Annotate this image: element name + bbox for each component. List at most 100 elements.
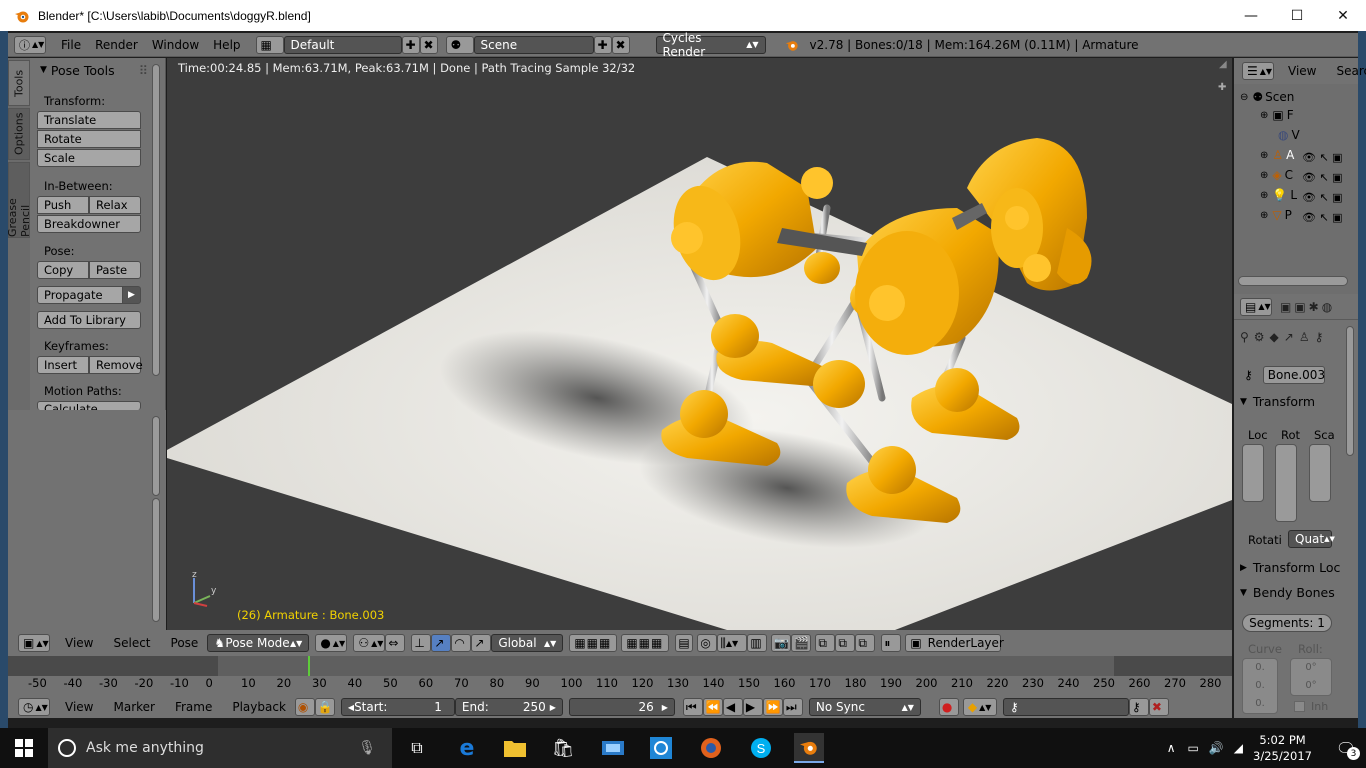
lower-scrollbar-top[interactable] bbox=[152, 416, 160, 496]
breakdowner-button[interactable]: Breakdowner bbox=[37, 215, 141, 233]
firefox-icon[interactable] bbox=[696, 733, 726, 763]
propagate-menu-button[interactable]: ▶ bbox=[122, 286, 141, 304]
editor-type-properties[interactable]: ▤ ▲▼ bbox=[1240, 297, 1272, 316]
propagate-button[interactable]: Propagate bbox=[37, 286, 123, 304]
tab-options[interactable]: Options bbox=[8, 108, 30, 160]
outliner-row-lamp[interactable]: ⊕ 💡 L bbox=[1260, 188, 1297, 202]
clock[interactable]: 5:02 PM 3/25/2017 bbox=[1253, 732, 1312, 764]
editor-type-timeline[interactable]: ◷ ▲▼ bbox=[18, 698, 50, 716]
visibility-row[interactable]: 👁 ↖ ▣ bbox=[1302, 168, 1356, 188]
menu-playback[interactable]: Playback bbox=[225, 700, 293, 714]
menu-frame[interactable]: Frame bbox=[168, 700, 219, 714]
microphone-icon[interactable]: 🎙 bbox=[358, 740, 376, 756]
screen-layout-selector[interactable]: ▦ bbox=[255, 35, 284, 54]
render-animation-button[interactable]: 🎬 bbox=[791, 634, 812, 652]
segments-field[interactable]: Segments: 1 bbox=[1242, 614, 1332, 632]
bendy-bones-panel-header[interactable]: ▼ Bendy Bones bbox=[1240, 585, 1358, 600]
add-layout-button[interactable]: ✚ bbox=[401, 35, 420, 54]
wifi-icon[interactable]: ◢ bbox=[1234, 741, 1243, 755]
preview-range-button[interactable]: ◉ bbox=[294, 698, 315, 716]
arc-manipulator-button[interactable]: ◠ bbox=[451, 634, 472, 652]
current-frame-field[interactable]: 26 ▶ bbox=[568, 698, 675, 716]
transform-locks-panel-header[interactable]: ▶ Transform Loc bbox=[1240, 560, 1358, 575]
keying-mode-dropdown[interactable]: ◆ ▲▼ bbox=[962, 698, 997, 716]
calculate-button[interactable]: Calculate bbox=[37, 401, 141, 410]
remove-layout-button[interactable]: ✖ bbox=[419, 35, 438, 54]
snap-element-dropdown[interactable]: ⫼ ▲▼ bbox=[717, 634, 748, 652]
translate-manipulator-button[interactable]: ⊥ bbox=[411, 634, 432, 652]
rotation-mode-dropdown[interactable]: Quat ▲▼ bbox=[1288, 530, 1335, 548]
inherit-checkbox[interactable]: Inh bbox=[1294, 700, 1328, 713]
render-engine-dropdown[interactable]: Cycles Render ▲▼ bbox=[655, 31, 766, 59]
menu-pose[interactable]: Pose bbox=[164, 636, 206, 650]
properties-editor[interactable]: ▤ ▲▼ ▣▣✱◍ ⚲⚙◆↗♙⚷ ⚷ Bone.003 ▼ Transform Lo… bbox=[1234, 294, 1358, 718]
pose-library-button[interactable]: ▤ bbox=[675, 634, 694, 652]
tab-tools[interactable]: Tools bbox=[8, 60, 30, 106]
remove-keyframe-button[interactable]: Remove bbox=[89, 356, 143, 374]
outliner[interactable]: ☰▲▼ View Searc ⊖⚉Scen ⊕▣F ◍V ⊕♙A ⊕◈C ⊕💡L… bbox=[1234, 58, 1366, 294]
end-frame-field[interactable]: End: 250 ▶ bbox=[454, 698, 563, 716]
snap-target-button[interactable]: ▥ bbox=[747, 634, 768, 652]
scene-name-field[interactable]: Scene bbox=[473, 35, 594, 54]
editor-type-3dview[interactable]: ▣ ▲▼ bbox=[18, 634, 50, 652]
start-frame-field[interactable]: ◀ Start: 1 bbox=[340, 698, 455, 716]
paste-button[interactable]: Paste bbox=[89, 261, 141, 279]
jump-keyframe-back-button[interactable]: ⏪ bbox=[702, 698, 723, 716]
viewport-shading-dropdown[interactable]: ● ▲▼ bbox=[315, 634, 348, 652]
visibility-row[interactable]: 👁 ↖ ▣ bbox=[1302, 208, 1356, 228]
outliner-row-world[interactable]: ◍ V bbox=[1278, 128, 1300, 142]
mode-dropdown[interactable]: ♞ Pose Mode ▲▼ bbox=[207, 634, 310, 652]
translate-button[interactable]: Translate bbox=[37, 111, 141, 129]
jump-start-button[interactable]: ⏮ bbox=[682, 698, 703, 716]
roll-fields[interactable]: 0° 0° bbox=[1290, 658, 1332, 696]
start-button[interactable] bbox=[0, 728, 48, 768]
jump-keyframe-forward-button[interactable]: ⏩ bbox=[762, 698, 783, 716]
sync-app-icon[interactable] bbox=[646, 733, 676, 763]
add-to-library-button[interactable]: Add To Library bbox=[37, 311, 141, 329]
visibility-row[interactable]: 👁 ↖ ▣ bbox=[1302, 188, 1356, 208]
auto-keying-button[interactable]: ● bbox=[938, 698, 959, 716]
remove-scene-button[interactable]: ✖ bbox=[611, 35, 630, 54]
delete-keyframe-button[interactable]: ✖ bbox=[1148, 698, 1169, 716]
drag-handle-icon[interactable]: ⠿ bbox=[139, 63, 148, 78]
proportional-edit-button[interactable]: ◎ bbox=[697, 634, 718, 652]
paste-flipped-button[interactable]: ⧉ bbox=[855, 634, 876, 652]
layers-grid-b[interactable]: ▦▦▦ bbox=[621, 634, 670, 652]
media-app-icon[interactable] bbox=[598, 733, 628, 763]
keying-set-field[interactable]: ⚷ bbox=[1002, 698, 1129, 716]
layout-name-field[interactable]: Default bbox=[283, 35, 402, 54]
copy-pose-button[interactable]: ⧉ bbox=[815, 634, 836, 652]
menu-file[interactable]: File bbox=[54, 38, 88, 52]
maximize-button[interactable]: ☐ bbox=[1274, 0, 1320, 31]
curve-fields[interactable]: 0. 0. 0. bbox=[1242, 658, 1278, 714]
menu-marker[interactable]: Marker bbox=[106, 700, 161, 714]
push-button[interactable]: Push bbox=[37, 196, 89, 214]
outliner-menu-view[interactable]: View bbox=[1288, 64, 1316, 78]
cortana-search-box[interactable]: Ask me anything 🎙 bbox=[48, 728, 392, 768]
area-split-corner-icon[interactable]: ◢ bbox=[1219, 59, 1227, 70]
outliner-row-armature[interactable]: ⊕ ♙ A bbox=[1260, 148, 1294, 162]
manipulator-toggle[interactable]: ⇔ bbox=[385, 634, 406, 652]
relax-button[interactable]: Relax bbox=[89, 196, 141, 214]
outliner-h-scrollbar[interactable] bbox=[1238, 276, 1348, 286]
tool-shelf-scrollbar[interactable] bbox=[152, 64, 160, 376]
transform-panel-header[interactable]: ▼ Transform bbox=[1240, 394, 1340, 409]
menu-view[interactable]: View bbox=[58, 636, 100, 650]
properties-scrollbar[interactable] bbox=[1346, 326, 1354, 456]
scale-button[interactable]: Scale bbox=[37, 149, 141, 167]
tray-chevron-icon[interactable]: ∧ bbox=[1167, 741, 1176, 755]
battery-icon[interactable]: ▭ bbox=[1188, 741, 1199, 755]
jump-end-button[interactable]: ⏭ bbox=[782, 698, 803, 716]
render-still-button[interactable]: 📷 bbox=[771, 634, 792, 652]
scene-selector[interactable]: ⚉ bbox=[445, 35, 474, 54]
add-scene-button[interactable]: ✚ bbox=[593, 35, 612, 54]
tab-grease-pencil[interactable]: Grease Pencil bbox=[6, 162, 32, 238]
menu-render[interactable]: Render bbox=[88, 38, 145, 52]
pose-tools-panel-header[interactable]: ▼ Pose Tools ⠿ bbox=[32, 60, 148, 80]
viewport-add-icon[interactable]: ✚ bbox=[1218, 82, 1226, 93]
editor-type-outliner[interactable]: ☰ ▲▼ bbox=[1242, 62, 1274, 80]
file-explorer-icon[interactable] bbox=[500, 733, 530, 763]
volume-icon[interactable]: 🔊 bbox=[1209, 741, 1224, 755]
context-tabs-icons[interactable]: ▣▣✱◍ bbox=[1280, 300, 1335, 314]
scale-fields[interactable] bbox=[1309, 444, 1331, 502]
